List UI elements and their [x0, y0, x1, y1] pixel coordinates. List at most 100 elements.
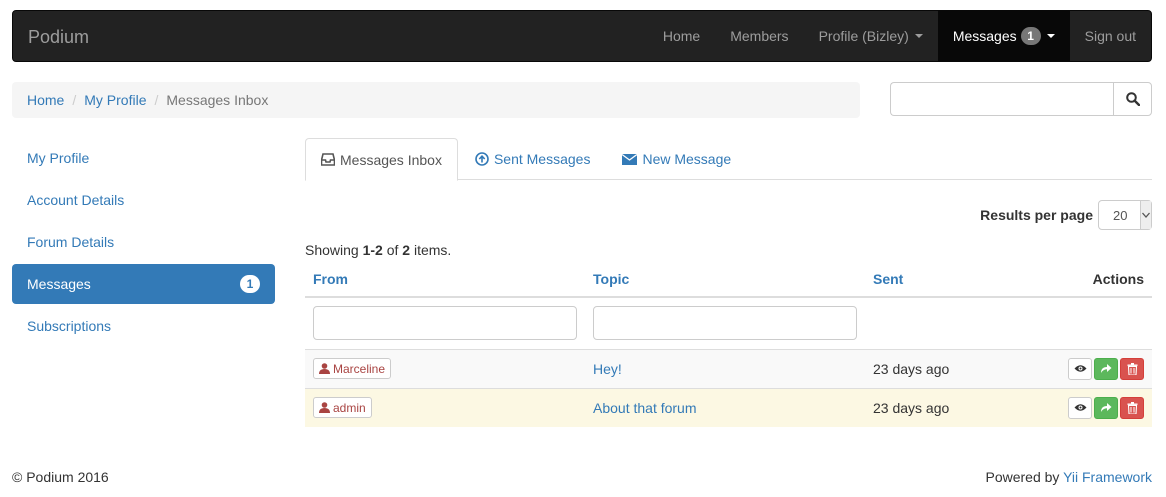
delete-button[interactable] — [1120, 396, 1144, 419]
nav-messages-label: Messages — [952, 28, 1017, 44]
top-navbar: Podium Home Members Profile (Bizley) Mes… — [12, 10, 1152, 62]
sidebar-messages-badge: 1 — [240, 275, 260, 293]
summary-of: of — [382, 242, 403, 258]
yii-framework-link[interactable]: Yii Framework — [1063, 469, 1152, 485]
filter-cell — [585, 296, 865, 349]
actions-cell — [1045, 387, 1152, 427]
nav-profile-dropdown[interactable]: Profile (Bizley) — [804, 11, 938, 61]
sidebar-item-forum-details[interactable]: Forum Details — [12, 222, 275, 262]
summary-range: 1-2 — [362, 242, 383, 258]
topic-filter-input[interactable] — [593, 306, 857, 341]
nav-messages-dropdown[interactable]: Messages 1 — [937, 11, 1070, 61]
nav-members[interactable]: Members — [715, 11, 803, 61]
breadcrumb-my-profile[interactable]: My Profile — [84, 92, 146, 108]
sidebar-item-messages[interactable]: Messages 1 — [12, 264, 275, 304]
nav-profile-label: Profile (Bizley) — [818, 28, 909, 44]
trash-icon — [1127, 401, 1137, 414]
sender-name: admin — [333, 400, 366, 415]
upload-circle-icon — [475, 152, 489, 166]
from-cell: Marceline — [305, 348, 585, 388]
sidebar-item-my-profile[interactable]: My Profile — [12, 138, 275, 178]
nav-home[interactable]: Home — [648, 11, 715, 61]
footer-powered-by: Powered by Yii Framework — [985, 469, 1152, 485]
breadcrumb-separator: / — [72, 92, 77, 108]
from-cell: admin — [305, 387, 585, 427]
sent-cell: 23 days ago — [865, 348, 1045, 388]
chevron-down-icon — [1140, 201, 1151, 229]
footer-copyright: © Podium 2016 — [12, 469, 109, 485]
results-per-page: Results per page 20 — [980, 200, 1152, 230]
view-button[interactable] — [1068, 357, 1092, 380]
view-button[interactable] — [1068, 396, 1092, 419]
tab-new-message[interactable]: New Message — [607, 138, 746, 180]
message-tabs: Messages Inbox Sent Messages New Message — [305, 138, 1152, 181]
tab-label: Sent Messages — [493, 151, 591, 167]
results-per-page-value: 20 — [1113, 207, 1128, 223]
table-header-row: From Topic Sent Actions — [305, 262, 1152, 298]
tab-messages-inbox[interactable]: Messages Inbox — [305, 138, 458, 181]
column-sent[interactable]: Sent — [865, 262, 1045, 298]
summary-total: 2 — [402, 242, 411, 258]
sidebar-item-label: Account Details — [27, 192, 125, 208]
caret-down-icon — [914, 34, 923, 38]
search-icon — [1125, 92, 1140, 106]
filter-row — [305, 296, 1152, 349]
caret-down-icon — [1046, 34, 1055, 38]
powered-by-text: Powered by — [985, 469, 1064, 485]
user-icon — [319, 363, 330, 374]
sidebar-item-subscriptions[interactable]: Subscriptions — [12, 306, 275, 346]
filter-cell — [865, 296, 1045, 349]
trash-icon — [1127, 362, 1137, 375]
delete-button[interactable] — [1120, 357, 1144, 380]
main-nav: Home Members Profile (Bizley) Messages 1… — [648, 11, 1151, 61]
sidebar-item-account-details[interactable]: Account Details — [12, 180, 275, 220]
summary-suffix: items. — [410, 242, 452, 258]
share-arrow-icon — [1101, 403, 1112, 413]
table-row: admin About that forum 23 days ago — [305, 387, 1152, 427]
messages-table: From Topic Sent Actions Marceline Hey! 2… — [305, 262, 1152, 427]
envelope-icon — [622, 153, 638, 165]
topic-link[interactable]: About that forum — [593, 400, 697, 416]
breadcrumb-home[interactable]: Home — [27, 92, 64, 108]
tab-label: Messages Inbox — [340, 151, 442, 168]
sidebar-item-label: Forum Details — [27, 234, 115, 250]
reply-button[interactable] — [1094, 396, 1118, 419]
summary-prefix: Showing — [305, 242, 363, 258]
search-button[interactable] — [1113, 82, 1152, 116]
tab-sent-messages[interactable]: Sent Messages — [460, 138, 606, 180]
reply-button[interactable] — [1094, 357, 1118, 380]
eye-icon — [1074, 365, 1086, 372]
topic-cell: About that forum — [585, 387, 865, 427]
sender-badge[interactable]: admin — [313, 397, 372, 419]
sender-name: Marceline — [333, 361, 386, 376]
sidebar-item-label: Messages — [27, 276, 91, 292]
column-from[interactable]: From — [305, 262, 585, 298]
breadcrumb: Home / My Profile / Messages Inbox — [12, 82, 860, 118]
eye-icon — [1074, 404, 1086, 411]
filter-cell — [305, 296, 585, 349]
search-form — [890, 82, 1152, 116]
column-topic[interactable]: Topic — [585, 262, 865, 298]
messages-count-badge: 1 — [1020, 27, 1041, 45]
sender-badge[interactable]: Marceline — [313, 358, 392, 379]
column-actions: Actions — [1045, 262, 1152, 298]
breadcrumb-separator: / — [154, 92, 159, 108]
from-filter-input[interactable] — [313, 306, 577, 341]
topic-cell: Hey! — [585, 348, 865, 388]
inbox-icon — [321, 153, 335, 166]
share-arrow-icon — [1101, 364, 1112, 373]
sent-cell: 23 days ago — [865, 387, 1045, 427]
results-per-page-select[interactable]: 20 — [1098, 200, 1152, 230]
filter-cell — [1045, 296, 1152, 349]
sidebar-item-label: Subscriptions — [27, 318, 112, 334]
sidebar-item-label: My Profile — [27, 150, 90, 166]
results-per-page-label: Results per page — [980, 207, 1093, 223]
topic-link[interactable]: Hey! — [593, 361, 622, 377]
nav-sign-out[interactable]: Sign out — [1070, 11, 1151, 61]
breadcrumb-current: Messages Inbox — [166, 92, 269, 108]
results-summary: Showing 1-2 of 2 items. — [305, 242, 451, 258]
user-icon — [319, 402, 330, 414]
search-input[interactable] — [890, 82, 1113, 116]
brand-logo[interactable]: Podium — [28, 26, 89, 48]
tab-label: New Message — [642, 151, 732, 167]
